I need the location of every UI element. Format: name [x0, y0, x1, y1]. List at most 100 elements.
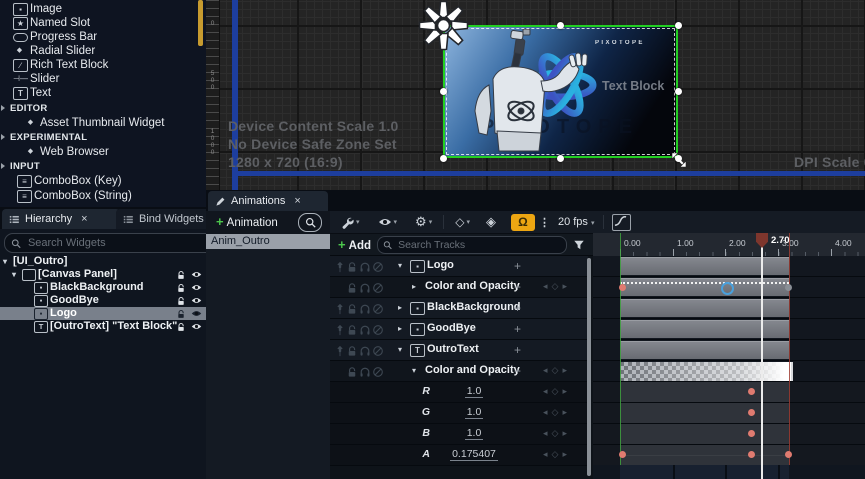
- prev-key-icon[interactable]: ◂: [543, 449, 552, 459]
- keyframe-dot[interactable]: [748, 430, 755, 437]
- add-key-icon[interactable]: ◇: [552, 407, 563, 417]
- view-options-button[interactable]: ▾: [375, 213, 401, 231]
- add-track-button[interactable]: + Add: [338, 237, 371, 252]
- filter-icon[interactable]: [573, 239, 585, 251]
- palette-item-combobox-key[interactable]: ≡ComboBox (Key): [0, 174, 206, 188]
- timeline-lane-g[interactable]: [593, 403, 865, 424]
- lock-icon[interactable]: [346, 261, 358, 273]
- resize-handle-e[interactable]: [675, 88, 682, 95]
- anchor-widget-icon[interactable]: [417, 0, 470, 52]
- resize-handle-s[interactable]: [557, 155, 564, 162]
- lock-icon[interactable]: [176, 309, 186, 319]
- palette-item-progress-bar[interactable]: Progress Bar: [0, 30, 206, 44]
- palette-item-radial-slider[interactable]: ◆Radial Slider: [0, 44, 206, 58]
- track-row-outrotext[interactable]: ▾ T OutroText +: [330, 340, 588, 361]
- expand-arrow-icon[interactable]: ▾: [3, 255, 7, 268]
- expand-arrow-icon[interactable]: ▸: [412, 282, 416, 291]
- lock-icon[interactable]: [346, 282, 358, 294]
- tree-row-canvas-panel[interactable]: ▾ [Canvas Panel]: [0, 268, 206, 281]
- expand-arrow-icon[interactable]: ▾: [398, 345, 402, 354]
- palette-item-asset-thumbnail[interactable]: ◆Asset Thumbnail Widget: [0, 116, 206, 130]
- next-key-icon[interactable]: ▸: [562, 449, 571, 459]
- channel-row-b[interactable]: B 1.0 ◂◇▸: [330, 424, 588, 445]
- channel-row-r[interactable]: R 1.0 ◂◇▸: [330, 382, 588, 403]
- resize-handle-n[interactable]: [557, 22, 564, 29]
- search-widgets-input[interactable]: [26, 236, 208, 250]
- palette-item-text[interactable]: TText: [0, 86, 206, 100]
- track-row-outrotext-color-opacity[interactable]: ▾ Color and Opacity + ◂◇▸: [330, 361, 588, 382]
- section-bar[interactable]: [620, 341, 789, 359]
- keyframe-nav[interactable]: ◂◇▸: [543, 428, 571, 439]
- expand-arrow-icon[interactable]: ▸: [398, 324, 402, 333]
- palette-section-editor[interactable]: EDITOR: [10, 102, 48, 116]
- tab-bind-widgets[interactable]: Bind Widgets: [116, 209, 216, 229]
- keyframe-nav[interactable]: ◂◇▸: [543, 386, 571, 397]
- add-key-icon[interactable]: ◇: [552, 386, 563, 396]
- next-key-icon[interactable]: ▸: [562, 428, 571, 438]
- section-bar[interactable]: [620, 257, 789, 275]
- tree-row-ui-outro[interactable]: ▾ [UI_Outro]: [0, 255, 206, 268]
- prev-key-icon[interactable]: ◂: [543, 281, 552, 291]
- keyframe-dot[interactable]: [619, 451, 626, 458]
- palette-item-combobox-string[interactable]: ≡ComboBox (String): [0, 189, 206, 203]
- add-section-icon[interactable]: +: [514, 280, 521, 294]
- timeline-range-bar[interactable]: [593, 465, 865, 479]
- channel-row-g[interactable]: G 1.0 ◂◇▸: [330, 403, 588, 424]
- playback-options-button[interactable]: ⚙▾: [412, 212, 435, 232]
- visibility-eye-icon[interactable]: [191, 282, 202, 293]
- timeline-ruler[interactable]: 0.00 1.00 2.00 3.00 4.00: [593, 233, 865, 257]
- section-bar[interactable]: [620, 299, 789, 317]
- palette-item-rich-text-block[interactable]: ∕Rich Text Block: [0, 58, 206, 72]
- prev-key-icon[interactable]: ◂: [543, 386, 552, 396]
- mute-icon[interactable]: [372, 282, 384, 294]
- channel-value-field[interactable]: 0.175407: [450, 448, 498, 461]
- tree-row-outrotext[interactable]: T [OutroText] "Text Block": [0, 320, 206, 333]
- expand-arrow-icon[interactable]: ▸: [398, 303, 402, 312]
- visibility-eye-icon[interactable]: [191, 295, 202, 306]
- animation-list-item[interactable]: Anim_Outro: [206, 234, 330, 249]
- palette-item-slider[interactable]: ⊣—Slider: [0, 72, 206, 86]
- add-section-icon[interactable]: +: [514, 322, 521, 336]
- add-key-icon[interactable]: ◇: [552, 281, 563, 291]
- close-icon[interactable]: ×: [294, 195, 300, 207]
- lock-icon[interactable]: [176, 296, 186, 306]
- pin-icon[interactable]: [334, 345, 346, 357]
- lock-icon[interactable]: [176, 283, 186, 293]
- track-row-blackbackground[interactable]: ▸ ▪ BlackBackground +: [330, 298, 588, 319]
- mute-icon[interactable]: [372, 324, 384, 336]
- next-key-icon[interactable]: ▸: [562, 365, 571, 375]
- expand-arrow-icon[interactable]: ▾: [412, 366, 416, 375]
- expand-arrow-icon[interactable]: ▾: [398, 261, 402, 270]
- channel-value-field[interactable]: 1.0: [465, 427, 484, 440]
- resize-handle-w[interactable]: [440, 88, 447, 95]
- section-bar[interactable]: [620, 320, 789, 338]
- solo-headphones-icon[interactable]: [359, 282, 371, 294]
- lock-icon[interactable]: [346, 345, 358, 357]
- animation-search-button[interactable]: [298, 213, 322, 232]
- resize-handle-ne[interactable]: [675, 22, 682, 29]
- next-key-icon[interactable]: ▸: [562, 407, 571, 417]
- sequencer-settings-button[interactable]: ▾: [338, 214, 363, 231]
- visibility-eye-icon[interactable]: [191, 321, 202, 332]
- timeline-lane-logo[interactable]: [593, 256, 865, 277]
- add-key-icon[interactable]: ◇: [552, 365, 563, 375]
- channel-row-a[interactable]: A 0.175407 ◂◇▸: [330, 445, 588, 466]
- next-key-icon[interactable]: ▸: [562, 281, 571, 291]
- keyframe-dot[interactable]: [785, 451, 792, 458]
- solo-headphones-icon[interactable]: [359, 303, 371, 315]
- auto-key-button[interactable]: ◈: [483, 212, 499, 232]
- playback-start-line[interactable]: [620, 233, 621, 465]
- palette-section-input[interactable]: INPUT: [10, 160, 40, 174]
- track-list-scrollbar[interactable]: [587, 258, 591, 476]
- snap-options-dots-icon[interactable]: ⋮: [539, 216, 550, 229]
- track-search[interactable]: [377, 236, 567, 254]
- keyframe-nav[interactable]: ◂◇▸: [543, 281, 571, 292]
- next-key-icon[interactable]: ▸: [562, 386, 571, 396]
- solo-headphones-icon[interactable]: [359, 261, 371, 273]
- visibility-eye-icon[interactable]: [191, 308, 202, 319]
- resize-handle-sw[interactable]: [440, 155, 447, 162]
- opacity-gradient-section-bar[interactable]: [620, 362, 793, 381]
- mute-icon[interactable]: [372, 261, 384, 273]
- add-key-icon[interactable]: ◇: [552, 428, 563, 438]
- timeline-lane-r[interactable]: [593, 382, 865, 403]
